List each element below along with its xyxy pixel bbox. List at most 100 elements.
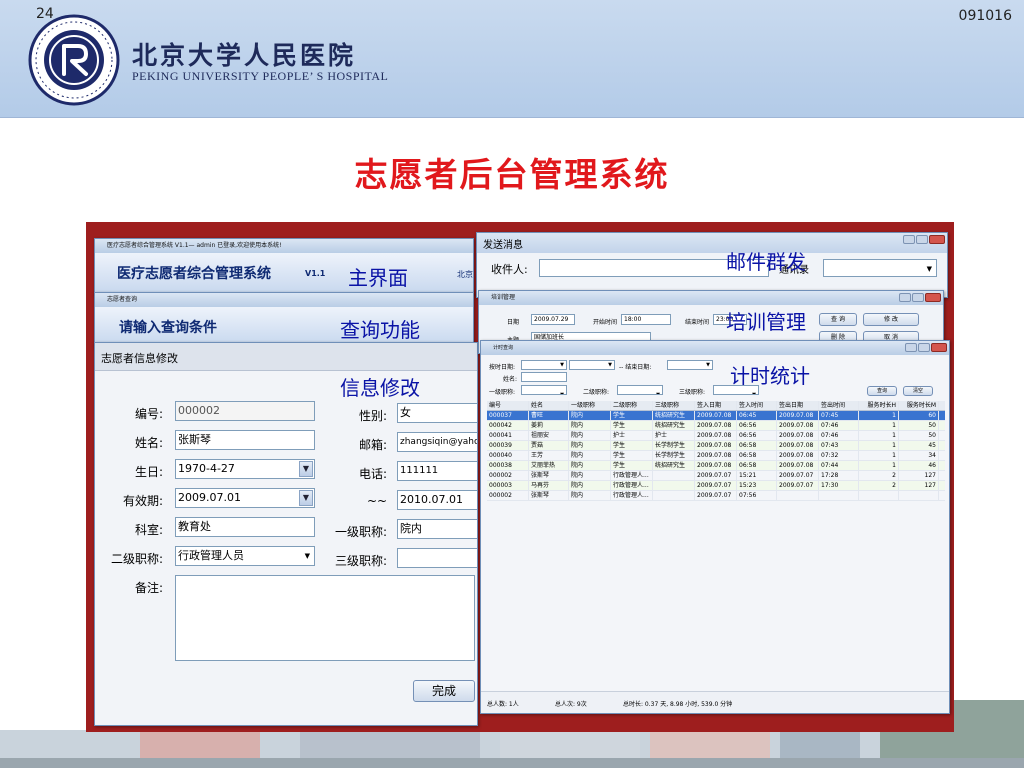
title2-select[interactable]: 行政管理人员 ▼	[175, 546, 315, 566]
table-cell: 2	[859, 471, 899, 480]
table-cell: 06:58	[737, 451, 777, 460]
table-cell: 院内	[569, 421, 611, 430]
chevron-down-icon[interactable]: ▼	[608, 361, 612, 369]
table-row[interactable]: 000037 曹旺 院内 学生 统招研究生 2009.07.08 06:45 2009.07.…	[487, 411, 945, 421]
contacts-select[interactable]: ▼	[823, 259, 937, 277]
start-time-select[interactable]: ▼	[569, 360, 615, 370]
table-cell: 000002	[487, 491, 529, 500]
table-cell: 2009.07.08	[777, 411, 819, 420]
chevron-down-icon[interactable]: ▼	[656, 386, 660, 394]
stats-window-title: 计时查询	[493, 345, 514, 351]
title3-field[interactable]	[397, 548, 477, 568]
start-date-picker[interactable]: ▼	[521, 360, 567, 370]
date-field[interactable]: 2009.07.29	[531, 314, 575, 325]
minimize-icon[interactable]	[903, 235, 915, 244]
total-time: 总时长: 0.37 天, 8.98 小时, 539.0 分钟	[623, 701, 733, 708]
table-cell: 2009.07.08	[777, 461, 819, 470]
table-cell: 行政管理人...	[611, 471, 653, 480]
phone-field[interactable]: 111111	[397, 461, 477, 481]
table-row[interactable]: 000038 艾丽菲热 院内 学生 统招研究生 2009.07.08 06:58 2009.0…	[487, 461, 945, 471]
table-cell: 艾丽菲热	[529, 461, 569, 470]
main-window-titlebar: 医疗志愿者综合管理系统 V1.1— admin 已登录,欢迎使用本系统!	[95, 239, 473, 253]
table-cell: 2009.07.08	[777, 421, 819, 430]
table-cell: 1	[859, 421, 899, 430]
chevron-down-icon[interactable]: ▼	[560, 361, 564, 369]
table-cell: 2009.07.08	[695, 421, 737, 430]
table-cell: 院内	[569, 471, 611, 480]
table-cell: 祖丽安	[529, 431, 569, 440]
table-cell: 2009.07.08	[695, 441, 737, 450]
email-field[interactable]: zhangsiqin@yahoo	[397, 432, 477, 452]
table-cell: 王芳	[529, 451, 569, 460]
maximize-icon[interactable]	[912, 293, 924, 302]
table-row[interactable]: 000040 王芳 院内 学生 长学制学生 2009.07.08 06:58 2009.07.…	[487, 451, 945, 461]
chevron-down-icon[interactable]: ▼	[927, 260, 932, 276]
table-cell: 行政管理人...	[611, 481, 653, 490]
end-date-picker[interactable]: ▼	[667, 360, 713, 370]
stats-clear-button[interactable]: 清空	[903, 386, 933, 396]
stats-title2-select[interactable]: ▼	[617, 385, 663, 395]
valid-to-field[interactable]: 2010.07.01	[397, 490, 477, 510]
maximize-icon[interactable]	[916, 235, 928, 244]
table-cell: 07:45	[819, 411, 859, 420]
table-cell: 贾菇	[529, 441, 569, 450]
name-field[interactable]: 张斯琴	[175, 430, 315, 450]
chevron-down-icon[interactable]: ▼	[706, 361, 710, 369]
name-label: 姓名:	[135, 436, 164, 450]
minimize-icon[interactable]	[899, 293, 911, 302]
chevron-down-icon[interactable]: ▼	[299, 490, 313, 506]
annotation-query: 查询功能	[340, 318, 420, 342]
minimize-icon[interactable]	[905, 343, 917, 352]
done-button[interactable]: 完成	[413, 680, 475, 702]
close-icon[interactable]	[931, 343, 947, 352]
phone-label: 电话:	[359, 467, 388, 481]
stats-name-field[interactable]	[521, 372, 567, 382]
stats-query-button[interactable]: 查询	[867, 386, 897, 396]
training-query-button[interactable]: 查 询	[819, 313, 857, 326]
title1-field[interactable]: 院内	[397, 519, 477, 539]
stats-window: 计时查询 按时日期: ▼ ▼ -- 结束日期: ▼ 姓名: 一级职称: ▼ 二级…	[480, 340, 950, 714]
notes-textarea[interactable]	[175, 575, 475, 661]
close-icon[interactable]	[929, 235, 945, 244]
table-row[interactable]: 000003 马再芬 院内 行政管理人... 2009.07.07 15:23 2009.0…	[487, 481, 945, 491]
stats-title3-label: 三级职称:	[679, 389, 706, 396]
hospital-name-cn: 北京大学人民医院	[132, 41, 357, 70]
hospital-name-en: PEKING UNIVERSITY PEOPLE’ S HOSPITAL	[132, 69, 389, 83]
table-header-cell: 签出日期	[777, 401, 819, 410]
table-cell: 2009.07.07	[695, 471, 737, 480]
table-cell: 50	[899, 431, 939, 440]
table-row[interactable]: 000041 祖丽安 院内 护士 护士 2009.07.08 06:56 2009.07.08…	[487, 431, 945, 441]
table-cell: 000039	[487, 441, 529, 450]
range-separator: ~~	[367, 494, 388, 508]
end-label: 结束时间	[685, 319, 710, 326]
gender-field[interactable]: 女	[397, 403, 477, 423]
table-row[interactable]: 000002 张斯琴 院内 行政管理人... 2009.07.07 15:21 2009.0…	[487, 471, 945, 481]
chevron-down-icon[interactable]: ▼	[305, 547, 310, 565]
table-cell: 2009.07.08	[695, 451, 737, 460]
chevron-down-icon[interactable]: ▼	[299, 461, 313, 477]
stats-title1-select[interactable]: ▼	[521, 385, 567, 395]
table-row[interactable]: 000002 张斯琴 院内 行政管理人... 2009.07.07 07:56	[487, 491, 945, 501]
start-date-label: 按时日期:	[489, 364, 516, 371]
table-cell	[777, 491, 819, 500]
start-field[interactable]: 18:00	[621, 314, 671, 325]
close-icon[interactable]	[925, 293, 941, 302]
stats-window-titlebar: 计时查询	[481, 341, 949, 355]
table-cell: 2009.07.07	[695, 481, 737, 490]
birthday-picker[interactable]: 1970-4-27 ▼	[175, 459, 315, 479]
table-cell: 院内	[569, 461, 611, 470]
email-window-titlebar: 发送消息	[477, 233, 947, 253]
table-cell: 07:32	[819, 451, 859, 460]
maximize-icon[interactable]	[918, 343, 930, 352]
table-row[interactable]: 000039 贾菇 院内 学生 长学制学生 2009.07.08 06:58 2009.07.…	[487, 441, 945, 451]
valid-from-picker[interactable]: 2009.07.01 ▼	[175, 488, 315, 508]
table-cell: 000003	[487, 481, 529, 490]
table-cell	[899, 491, 939, 500]
modify-button[interactable]: 修 改	[863, 313, 919, 326]
table-cell	[653, 481, 695, 490]
id-field[interactable]: 000002	[175, 401, 315, 421]
dept-field[interactable]: 教育处	[175, 517, 315, 537]
main-window-title: 医疗志愿者综合管理系统 V1.1— admin 已登录,欢迎使用本系统!	[107, 242, 282, 249]
table-row[interactable]: 000042 姜莉 院内 学生 统招研究生 2009.07.08 06:56 2009.07.…	[487, 421, 945, 431]
chevron-down-icon[interactable]: ▼	[560, 386, 564, 394]
